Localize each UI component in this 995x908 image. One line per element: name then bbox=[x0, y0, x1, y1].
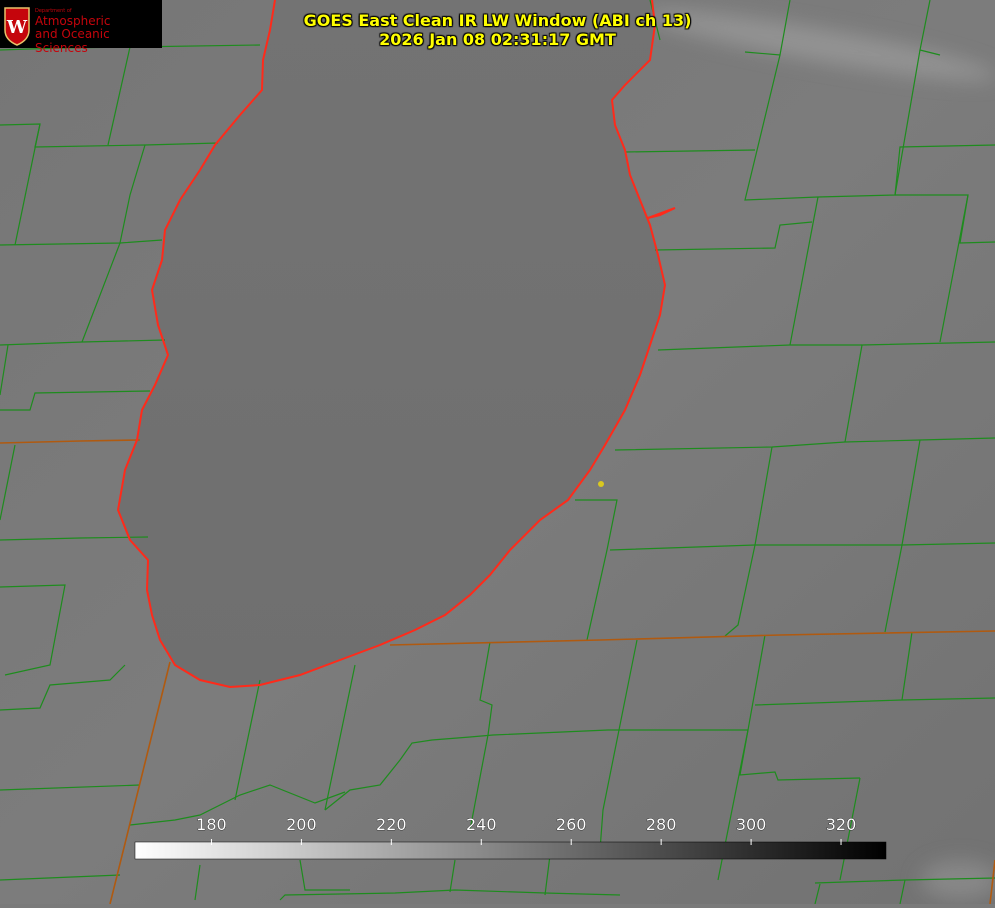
colorbar-tick-label: 300 bbox=[736, 815, 767, 834]
location-marker bbox=[598, 481, 604, 487]
colorbar-tick-label: 320 bbox=[826, 815, 857, 834]
colorbar-tick-label: 260 bbox=[556, 815, 587, 834]
colorbar-tick-label: 200 bbox=[286, 815, 317, 834]
colorbar-tick-label: 280 bbox=[646, 815, 677, 834]
satellite-map-view: 180 200 220 240 260 280 300 320 W Department of… bbox=[0, 0, 995, 905]
colorbar-tick-label: 240 bbox=[466, 815, 497, 834]
satellite-image: 180 200 220 240 260 280 300 320 bbox=[0, 0, 995, 905]
title-product: GOES East Clean IR LW Window (ABI ch 13) bbox=[303, 11, 692, 30]
colorbar-tick-label: 180 bbox=[196, 815, 227, 834]
image-title: GOES East Clean IR LW Window (ABI ch 13)… bbox=[0, 11, 995, 49]
colorbar-gradient bbox=[134, 841, 887, 860]
colorbar-tick-label: 220 bbox=[376, 815, 407, 834]
title-timestamp: 2026 Jan 08 02:31:17 GMT bbox=[379, 30, 616, 49]
